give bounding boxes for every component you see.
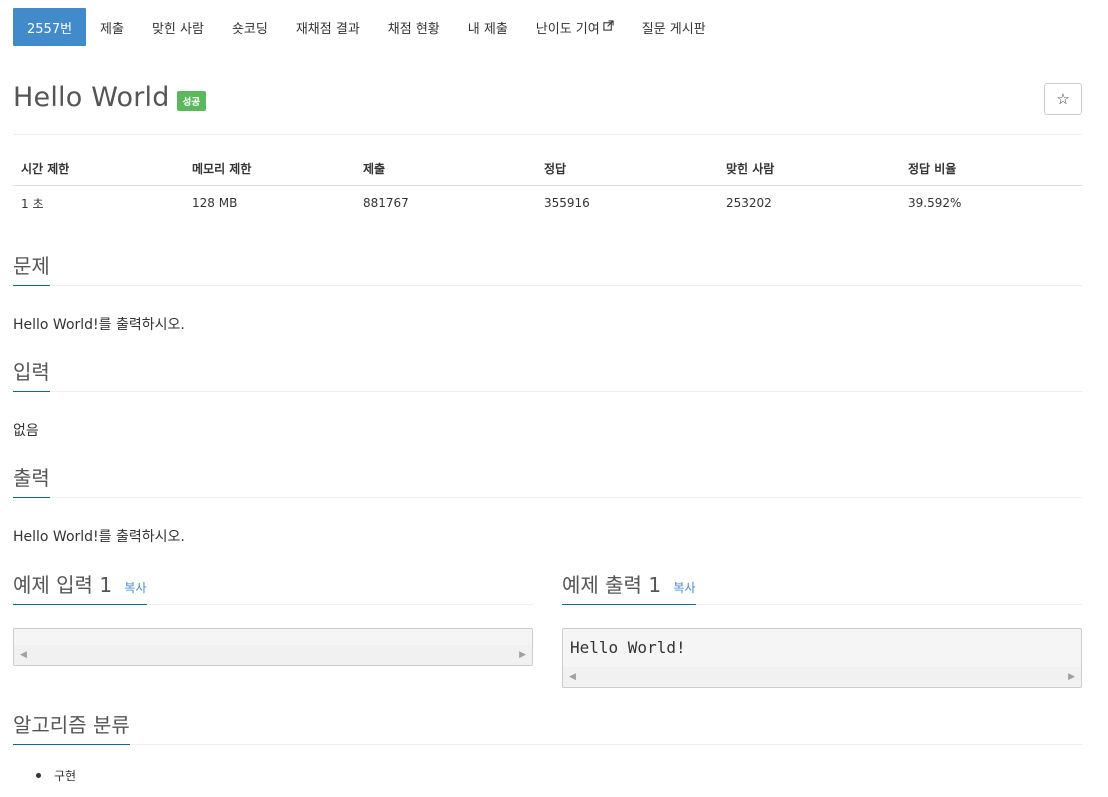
section-divider bbox=[13, 497, 1082, 498]
bullet-icon bbox=[36, 773, 41, 778]
horizontal-scrollbar[interactable]: ◀ ▶ bbox=[563, 667, 1081, 687]
tab-problem[interactable]: 2557번 bbox=[13, 8, 87, 46]
title-divider bbox=[13, 134, 1082, 135]
scroll-right-icon[interactable]: ▶ bbox=[1068, 672, 1075, 682]
problem-header: Hello World 성공 bbox=[13, 82, 207, 113]
tab-label: 채점 현황 bbox=[387, 21, 440, 37]
tab-question-board[interactable]: 질문 게시판 bbox=[628, 8, 720, 46]
tab-label: 재채점 결과 bbox=[295, 21, 360, 37]
section-divider bbox=[13, 744, 1082, 745]
table-row: 1 초 128 MB 881767 355916 253202 39.592% bbox=[13, 186, 1082, 220]
tab-rejudge-results[interactable]: 재채점 결과 bbox=[282, 8, 374, 46]
sample-input-box: ◀ ▶ bbox=[13, 628, 533, 666]
section-problem: 문제 Hello World!를 출력하시오. bbox=[13, 250, 1082, 334]
section-divider bbox=[13, 285, 1082, 286]
tab-short-coding[interactable]: 숏코딩 bbox=[218, 8, 282, 46]
section-title: 예제 출력 1 bbox=[562, 573, 662, 597]
sample-input-section: 예제 입력 1 복사 ◀ ▶ bbox=[13, 569, 533, 666]
section-divider bbox=[13, 391, 1082, 392]
tab-difficulty-contribution[interactable]: 난이도 기여 bbox=[522, 8, 628, 46]
page: 2557번 제출 맞힌 사람 숏코딩 재채점 결과 채점 현황 내 제출 난이도… bbox=[0, 0, 1108, 797]
tab-submit[interactable]: 제출 bbox=[86, 8, 138, 46]
header-memory-limit: 메모리 제한 bbox=[192, 162, 252, 176]
problem-title: Hello World bbox=[13, 82, 170, 113]
scroll-left-icon[interactable]: ◀ bbox=[569, 672, 576, 682]
star-icon: ☆ bbox=[1056, 90, 1070, 108]
section-title: 문제 bbox=[13, 250, 50, 286]
sample-output-content: Hello World! bbox=[570, 638, 686, 657]
sample-output-title: 예제 출력 1 복사 bbox=[562, 569, 696, 605]
value-memory-limit: 128 MB bbox=[192, 196, 238, 210]
problem-nav: 2557번 제출 맞힌 사람 숏코딩 재채점 결과 채점 현황 내 제출 난이도… bbox=[13, 8, 720, 46]
tab-label: 제출 bbox=[100, 21, 124, 37]
header-solved-users: 맞힌 사람 bbox=[726, 162, 775, 176]
scroll-right-icon[interactable]: ▶ bbox=[519, 650, 526, 660]
header-time-limit: 시간 제한 bbox=[21, 162, 70, 176]
section-title: 알고리즘 분류 bbox=[13, 709, 130, 745]
list-item[interactable]: 구현 bbox=[32, 767, 76, 784]
tab-label: 맞힌 사람 bbox=[151, 21, 204, 37]
tab-my-submissions[interactable]: 내 제출 bbox=[454, 8, 522, 46]
header-submissions: 제출 bbox=[363, 162, 386, 176]
scroll-left-icon[interactable]: ◀ bbox=[20, 650, 27, 660]
copy-sample-output-link[interactable]: 복사 bbox=[673, 581, 695, 595]
value-solved-users: 253202 bbox=[726, 196, 772, 210]
sample-output-box: Hello World! ◀ ▶ bbox=[562, 628, 1082, 688]
header-accepted: 정답 bbox=[544, 162, 567, 176]
status-badge: 성공 bbox=[176, 90, 207, 111]
output-description: Hello World!를 출력하시오. bbox=[13, 529, 185, 545]
algorithm-tag[interactable]: 구현 bbox=[54, 767, 76, 784]
section-output: 출력 Hello World!를 출력하시오. bbox=[13, 462, 1082, 546]
tab-label: 난이도 기여 bbox=[535, 21, 600, 37]
section-title: 출력 bbox=[13, 462, 50, 498]
tab-label: 내 제출 bbox=[467, 21, 508, 37]
section-input: 입력 없음 bbox=[13, 356, 1082, 440]
value-accepted: 355916 bbox=[544, 196, 590, 210]
tab-label: 2557번 bbox=[27, 21, 73, 37]
value-time-limit: 1 초 bbox=[21, 196, 44, 211]
tab-solved-users[interactable]: 맞힌 사람 bbox=[138, 8, 218, 46]
value-submissions: 881767 bbox=[363, 196, 409, 210]
table-header-row: 시간 제한 메모리 제한 제출 정답 맞힌 사람 정답 비율 bbox=[13, 152, 1082, 186]
tab-judge-status[interactable]: 채점 현황 bbox=[374, 8, 454, 46]
input-description: 없음 bbox=[13, 423, 39, 439]
sample-input-content bbox=[14, 629, 532, 645]
problem-info-table: 시간 제한 메모리 제한 제출 정답 맞힌 사람 정답 비율 1 초 128 M… bbox=[13, 152, 1082, 220]
tab-label: 숏코딩 bbox=[231, 21, 268, 37]
horizontal-scrollbar[interactable]: ◀ ▶ bbox=[14, 645, 532, 665]
value-accept-ratio: 39.592% bbox=[908, 196, 962, 210]
header-accept-ratio: 정답 비율 bbox=[908, 162, 957, 176]
problem-description: Hello World!를 출력하시오. bbox=[13, 317, 185, 333]
tab-label: 질문 게시판 bbox=[641, 21, 706, 37]
sample-output-section: 예제 출력 1 복사 Hello World! ◀ ▶ bbox=[562, 569, 1082, 688]
section-title: 예제 입력 1 bbox=[13, 573, 113, 597]
section-algorithm: 알고리즘 분류 bbox=[13, 709, 1082, 745]
algorithm-list: 구현 bbox=[32, 767, 76, 784]
section-title: 입력 bbox=[13, 356, 50, 392]
sample-input-title: 예제 입력 1 복사 bbox=[13, 569, 147, 605]
favorite-button[interactable]: ☆ bbox=[1044, 83, 1082, 115]
external-link-icon bbox=[603, 20, 614, 34]
copy-sample-input-link[interactable]: 복사 bbox=[124, 581, 146, 595]
